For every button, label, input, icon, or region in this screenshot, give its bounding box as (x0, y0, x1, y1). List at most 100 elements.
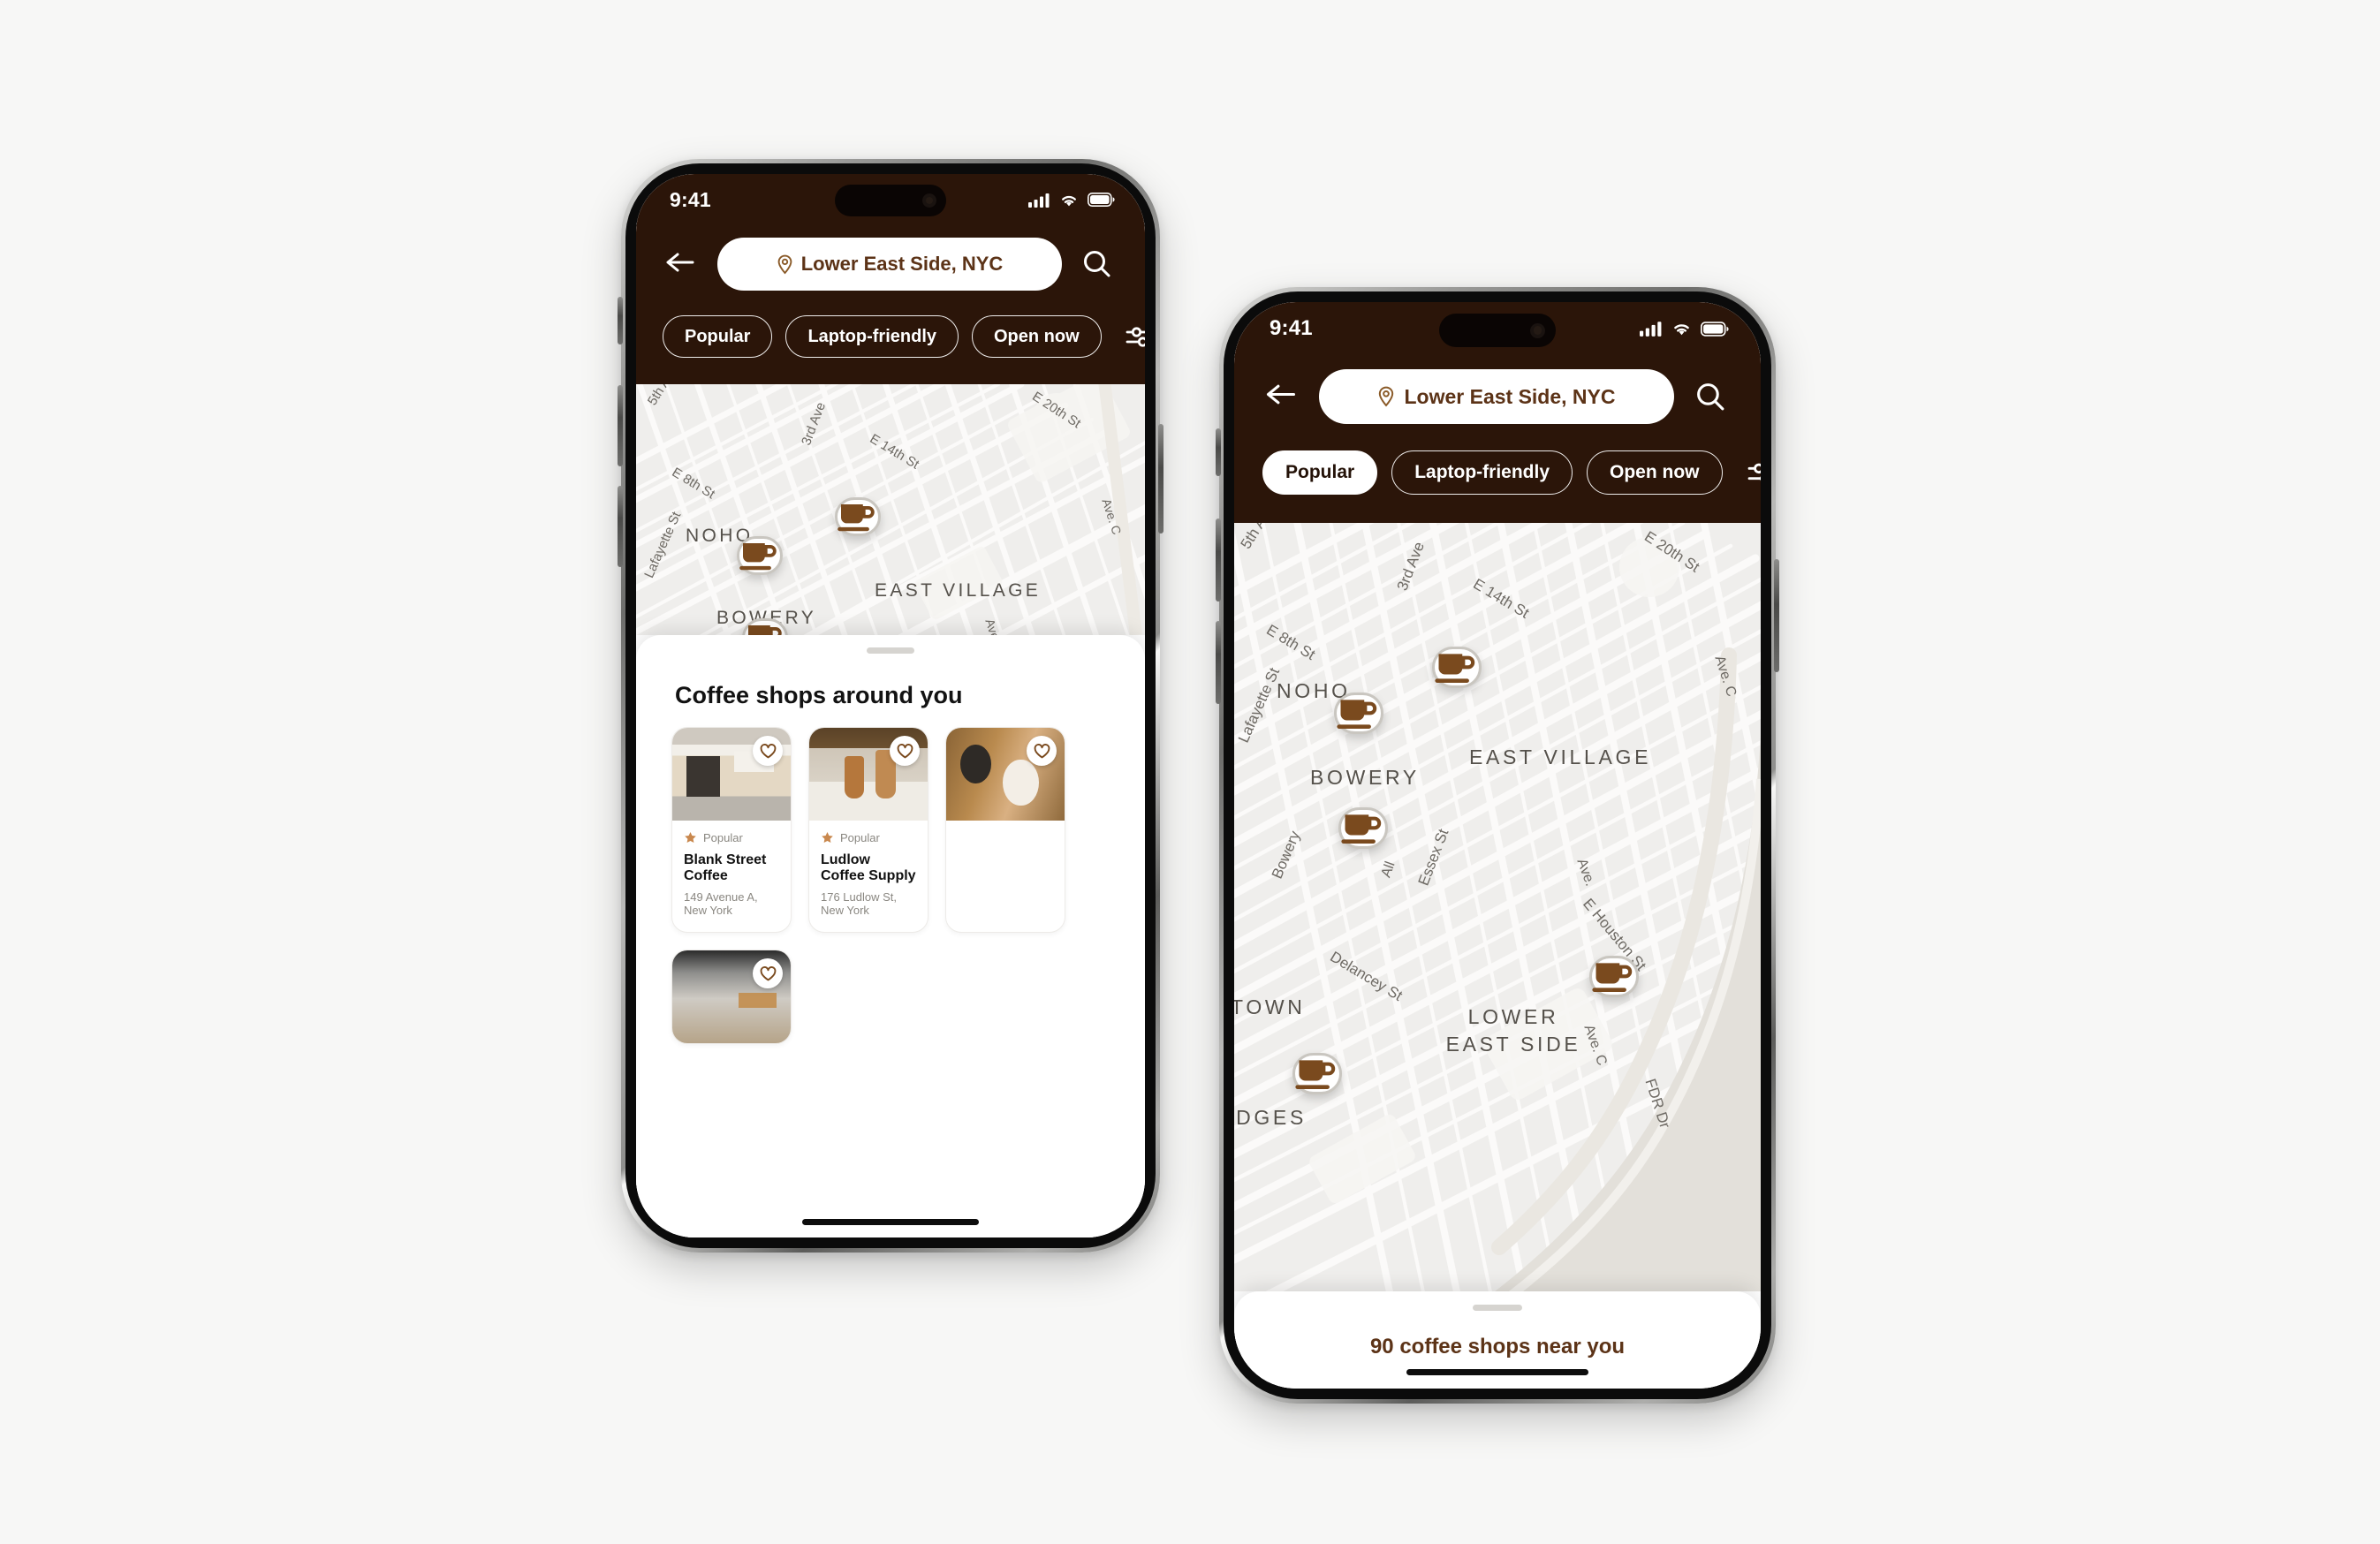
coffee-shop-card[interactable] (945, 727, 1065, 933)
favorite-button[interactable] (1027, 736, 1057, 766)
volume-up-button-right[interactable] (1216, 518, 1221, 602)
power-button-left[interactable] (1158, 424, 1163, 534)
nav-row-left: Lower East Side, NYC (636, 225, 1145, 291)
arrow-left-icon (666, 253, 694, 271)
wifi-icon (1062, 195, 1076, 206)
chip-popular[interactable]: Popular (1262, 450, 1378, 495)
status-icons (1640, 321, 1729, 337)
chip-label: Popular (1285, 462, 1355, 482)
app-header-left: 9:41 Lower East Side, NYC Popular Laptop… (636, 174, 1145, 384)
chip-laptop-friendly[interactable]: Laptop-friendly (785, 315, 959, 358)
sheet-grab-handle[interactable] (1473, 1305, 1522, 1311)
home-indicator[interactable] (1406, 1369, 1588, 1375)
phone-right-screen: 9:41 Lower East Side, NYC Popular Laptop… (1234, 302, 1761, 1389)
battery-full-icon (1701, 321, 1729, 337)
coffee-cup-icon (1295, 1060, 1336, 1089)
location-text: Lower East Side, NYC (1404, 384, 1616, 408)
search-icon (1084, 251, 1110, 277)
map-pin-coffee[interactable] (737, 536, 783, 575)
map-pin-coffee[interactable] (1334, 693, 1383, 734)
favorite-button[interactable] (753, 736, 783, 766)
phone-right: 9:41 Lower East Side, NYC Popular Laptop… (1216, 287, 1779, 1404)
volume-down-button-right[interactable] (1216, 621, 1221, 704)
map-pin-coffee[interactable] (1432, 647, 1482, 688)
chip-label: Open now (1610, 462, 1700, 482)
home-indicator[interactable] (802, 1219, 979, 1225)
action-button-right[interactable] (1216, 428, 1221, 476)
coffee-shop-card[interactable] (671, 950, 792, 1044)
map-neighborhood-lower-east-side: LOWER EAST SIDE (1445, 1005, 1581, 1056)
chip-label: Laptop-friendly (1414, 462, 1550, 482)
coffee-cup-icon (1592, 963, 1633, 992)
dynamic-island (835, 185, 946, 216)
status-time: 9:41 (670, 187, 711, 211)
status-badge: Popular (821, 831, 916, 844)
volume-down-button-left[interactable] (618, 486, 623, 567)
chip-open-now[interactable]: Open now (972, 315, 1102, 358)
badge-label: Popular (840, 831, 880, 844)
map-canvas-left[interactable]: 5th Ave E 8th St 3rd Ave E 14th St E 20t… (636, 384, 1145, 635)
status-icons (1028, 193, 1115, 208)
star-icon (822, 832, 833, 843)
card-photo (809, 728, 928, 821)
wifi-icon (1674, 324, 1689, 336)
front-camera-icon (922, 193, 936, 208)
coffee-shop-card[interactable]: Popular Ludlow Coffee Supply 176 Ludlow … (808, 727, 929, 933)
coffee-cup-icon (1341, 814, 1382, 844)
status-time: 9:41 (1270, 316, 1313, 340)
app-root-right: 9:41 Lower East Side, NYC Popular Laptop… (1234, 302, 1761, 1389)
map-pin-coffee[interactable] (835, 497, 881, 536)
filter-button[interactable] (1126, 323, 1145, 350)
app-root-left: 9:41 Lower East Side, NYC Popular Laptop… (636, 174, 1145, 1237)
card-address: 176 Ludlow St, New York (821, 890, 898, 917)
card-title: Ludlow Coffee Supply (821, 852, 916, 883)
chip-label: Open now (994, 326, 1080, 346)
coffee-cup-icon (1337, 700, 1377, 729)
battery-full-icon (1088, 193, 1115, 207)
volume-up-button-left[interactable] (618, 385, 623, 466)
phone-left-screen: 9:41 Lower East Side, NYC Popular Laptop… (636, 174, 1145, 1237)
heart-outline-icon (760, 965, 776, 980)
sliders-icon (1747, 463, 1761, 481)
chip-open-now[interactable]: Open now (1587, 450, 1723, 495)
map-pin-coffee[interactable] (1292, 1053, 1342, 1094)
filter-button[interactable] (1747, 459, 1761, 487)
card-body: Popular Blank Street Coffee 149 Avenue A… (672, 821, 791, 932)
back-button[interactable] (663, 249, 703, 280)
favorite-button[interactable] (890, 736, 920, 766)
map-pin-coffee[interactable] (742, 618, 788, 635)
badge-label: Popular (703, 831, 743, 844)
back-button[interactable] (1262, 381, 1305, 412)
action-button-left[interactable] (618, 297, 623, 344)
app-header-right: 9:41 Lower East Side, NYC Popular Laptop… (1234, 302, 1761, 523)
map-pin-icon (777, 254, 793, 275)
card-body: Popular Ludlow Coffee Supply 176 Ludlow … (809, 821, 928, 932)
sliders-icon (1126, 327, 1145, 347)
front-camera-icon (1530, 322, 1545, 338)
nav-row-right: Lower East Side, NYC (1234, 355, 1761, 424)
favorite-button[interactable] (753, 958, 783, 988)
coffee-shop-card-list: Popular Blank Street Coffee 149 Avenue A… (636, 709, 1145, 1044)
signal-bars-icon (1028, 193, 1050, 208)
map-pin-coffee[interactable] (1589, 956, 1639, 997)
location-pill[interactable]: Lower East Side, NYC (1319, 369, 1674, 424)
sheet-title: Coffee shops around you (675, 682, 963, 708)
coffee-cup-icon (748, 624, 782, 635)
power-button-right[interactable] (1774, 559, 1779, 672)
chip-laptop-friendly[interactable]: Laptop-friendly (1391, 450, 1573, 495)
search-button[interactable] (1076, 248, 1118, 280)
map-neighborhood-east-village: EAST VILLAGE (875, 580, 1042, 601)
location-pill[interactable]: Lower East Side, NYC (717, 238, 1062, 291)
sheet-grab-handle[interactable] (867, 647, 914, 654)
search-button[interactable] (1688, 381, 1732, 413)
coffee-shop-card[interactable]: Popular Blank Street Coffee 149 Avenue A… (671, 727, 792, 933)
chip-popular[interactable]: Popular (663, 315, 773, 358)
map-canvas-right[interactable]: 5th Av E 8th St 3rd Ave E 14th St E 20th… (1234, 523, 1761, 1291)
search-icon (1696, 382, 1724, 410)
card-address: 149 Avenue A, New York (684, 890, 758, 917)
map-pin-coffee[interactable] (1338, 807, 1388, 849)
coffee-cup-icon (838, 503, 875, 532)
bottom-sheet-left[interactable]: Coffee shops around you Popular Blank St… (636, 635, 1145, 1237)
filter-chip-row-left: Popular Laptop-friendly Open now (636, 291, 1145, 358)
status-bar-right: 9:41 (1234, 302, 1761, 355)
